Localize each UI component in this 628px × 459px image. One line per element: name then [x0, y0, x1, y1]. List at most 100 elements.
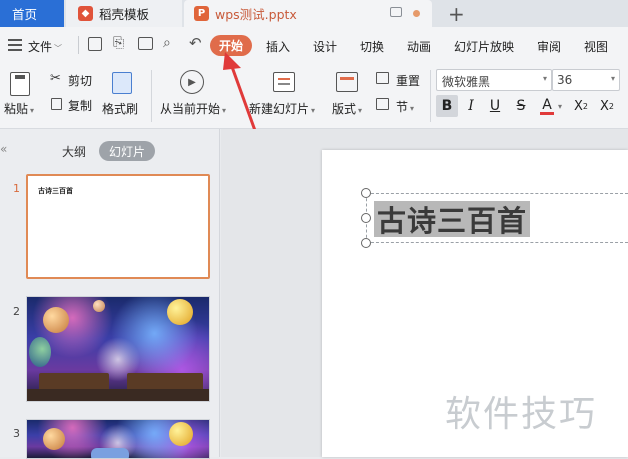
copy-button[interactable]: 复制: [50, 96, 96, 114]
reset-icon: [376, 72, 389, 84]
title-selection-highlight: 古诗三百首: [374, 198, 531, 240]
slide-thumbnail-1[interactable]: 古诗三百首: [26, 174, 210, 279]
print-preview-icon[interactable]: ⌕: [163, 35, 171, 51]
slide-thumbnail-2[interactable]: [26, 296, 210, 402]
italic-icon[interactable]: I: [460, 95, 482, 117]
section-icon: [376, 98, 389, 110]
monitor-icon[interactable]: [390, 7, 402, 17]
slide-panel: « 大纲 幻灯片 1 古诗三百首 2 3: [0, 129, 220, 459]
slide-title[interactable]: 古诗三百首: [377, 198, 527, 240]
print-icon[interactable]: [138, 37, 153, 50]
watermark-text: 软件技巧: [445, 394, 598, 435]
chevron-down-icon[interactable]: ▾: [558, 102, 562, 111]
menu-tab-design[interactable]: 设计: [313, 38, 337, 55]
subscript-icon[interactable]: X2: [596, 95, 618, 117]
copy-icon: [51, 98, 62, 110]
title-bar: 首页 ◆ 稻壳模板 P wps测试.pptx +: [0, 0, 628, 27]
slide-thumbnail-3[interactable]: [26, 419, 210, 459]
unsaved-dot-icon: [413, 10, 420, 17]
cut-button[interactable]: ✂ 剪切: [50, 71, 96, 89]
strikethrough-icon[interactable]: S: [510, 95, 532, 117]
new-tab-plus-icon[interactable]: +: [448, 2, 465, 26]
font-size-select[interactable]: 36 ▾: [552, 69, 620, 91]
resize-handle[interactable]: [361, 213, 371, 223]
outline-tab[interactable]: 大纲: [62, 143, 86, 160]
planet-image: [29, 337, 51, 367]
section-label: 节: [396, 100, 409, 114]
bold-icon[interactable]: B: [436, 95, 458, 117]
planet-image: [167, 299, 193, 325]
divider: [151, 70, 152, 122]
daoke-logo-icon: ◆: [78, 6, 93, 21]
font-size-value: 36: [557, 73, 573, 87]
menu-bar: 文件 ﹀ ⎘ ⌕ ↶ 开始 插入 设计 切换 动画 幻灯片放映 审阅 视图: [0, 27, 628, 64]
resize-handle[interactable]: [361, 188, 371, 198]
file-menu-label: 文件: [28, 40, 53, 54]
section-button[interactable]: 节 ▾: [376, 97, 426, 115]
overlay-blob: [91, 448, 129, 458]
slide-number: 2: [13, 305, 20, 318]
font-name-select[interactable]: 微软雅黑 ▾: [436, 69, 552, 91]
divider: [430, 70, 431, 122]
ribbon-toolbar: 粘贴 ▾ ✂ 剪切 复制 格式刷 ▶ 从当前开始 ▾ 新建幻灯片 ▾ 版式 ▾ 重置: [0, 64, 628, 129]
layout-button[interactable]: 版式 ▾: [330, 70, 370, 126]
superscript-icon[interactable]: X2: [570, 95, 592, 117]
menu-tab-view[interactable]: 视图: [584, 38, 608, 55]
font-color-icon[interactable]: A: [536, 95, 558, 117]
chevron-down-icon: ▾: [410, 104, 415, 113]
menu-tab-transition[interactable]: 切换: [360, 38, 384, 55]
reset-button[interactable]: 重置: [376, 71, 426, 89]
layout-icon: [336, 72, 358, 92]
cut-label: 剪切: [68, 74, 93, 88]
chevron-down-icon: ▾: [358, 106, 363, 115]
tab-daoke-templates[interactable]: ◆ 稻壳模板: [66, 0, 182, 27]
format-painter-button[interactable]: 格式刷: [102, 70, 142, 126]
tab-daoke-label: 稻壳模板: [99, 7, 150, 22]
undo-icon[interactable]: ↶: [189, 34, 202, 52]
play-icon: ▶: [180, 70, 204, 94]
copy-label: 复制: [68, 99, 93, 113]
menu-tab-slideshow[interactable]: 幻灯片放映: [454, 38, 514, 55]
format-painter-icon: [112, 72, 132, 94]
slide-number: 1: [13, 182, 20, 195]
save-icon[interactable]: [88, 37, 102, 51]
resize-handle[interactable]: [361, 238, 371, 248]
slides-tab[interactable]: 幻灯片: [99, 141, 155, 161]
planet-image: [43, 307, 69, 333]
planet-image: [43, 428, 65, 450]
divider: [78, 36, 79, 54]
paste-button[interactable]: 粘贴 ▾: [4, 70, 40, 126]
scissors-icon: ✂: [50, 71, 61, 86]
underline-icon[interactable]: U: [484, 95, 506, 117]
collapse-panel-icon[interactable]: «: [0, 142, 7, 156]
reset-label: 重置: [396, 74, 421, 88]
chevron-down-icon: ▾: [30, 106, 35, 115]
file-menu[interactable]: 文件 ﹀: [28, 38, 62, 55]
hamburger-menu-icon[interactable]: [8, 39, 22, 51]
chevron-down-icon: ▾: [610, 74, 615, 83]
slide-number: 3: [13, 427, 20, 440]
new-slide-icon: [273, 72, 295, 92]
floor-image: [27, 389, 209, 401]
tab-document-label: wps测试.pptx: [215, 7, 297, 22]
paste-label: 粘贴: [4, 102, 29, 116]
font-name-value: 微软雅黑: [442, 75, 491, 89]
clipboard-icon: [10, 72, 30, 96]
export-pdf-icon[interactable]: ⎘: [113, 35, 124, 51]
tab-document[interactable]: P wps测试.pptx: [184, 0, 432, 27]
chevron-down-icon: ▾: [311, 106, 316, 115]
format-painter-label: 格式刷: [102, 102, 139, 116]
thumb-title: 古诗三百首: [38, 187, 73, 195]
pptx-file-icon: P: [194, 6, 209, 21]
menu-tab-review[interactable]: 审阅: [537, 38, 561, 55]
planet-image: [93, 300, 105, 312]
slides-tab-label: 幻灯片: [108, 144, 145, 159]
planet-image: [169, 422, 193, 446]
tab-home-label: 首页: [12, 7, 38, 22]
menu-tab-animation[interactable]: 动画: [407, 38, 431, 55]
tab-home[interactable]: 首页: [0, 0, 64, 27]
layout-label: 版式: [332, 102, 357, 116]
play-from-current-label: 从当前开始: [160, 102, 221, 116]
chevron-down-icon: ﹀: [54, 44, 63, 53]
chevron-down-icon: ▾: [542, 74, 547, 83]
